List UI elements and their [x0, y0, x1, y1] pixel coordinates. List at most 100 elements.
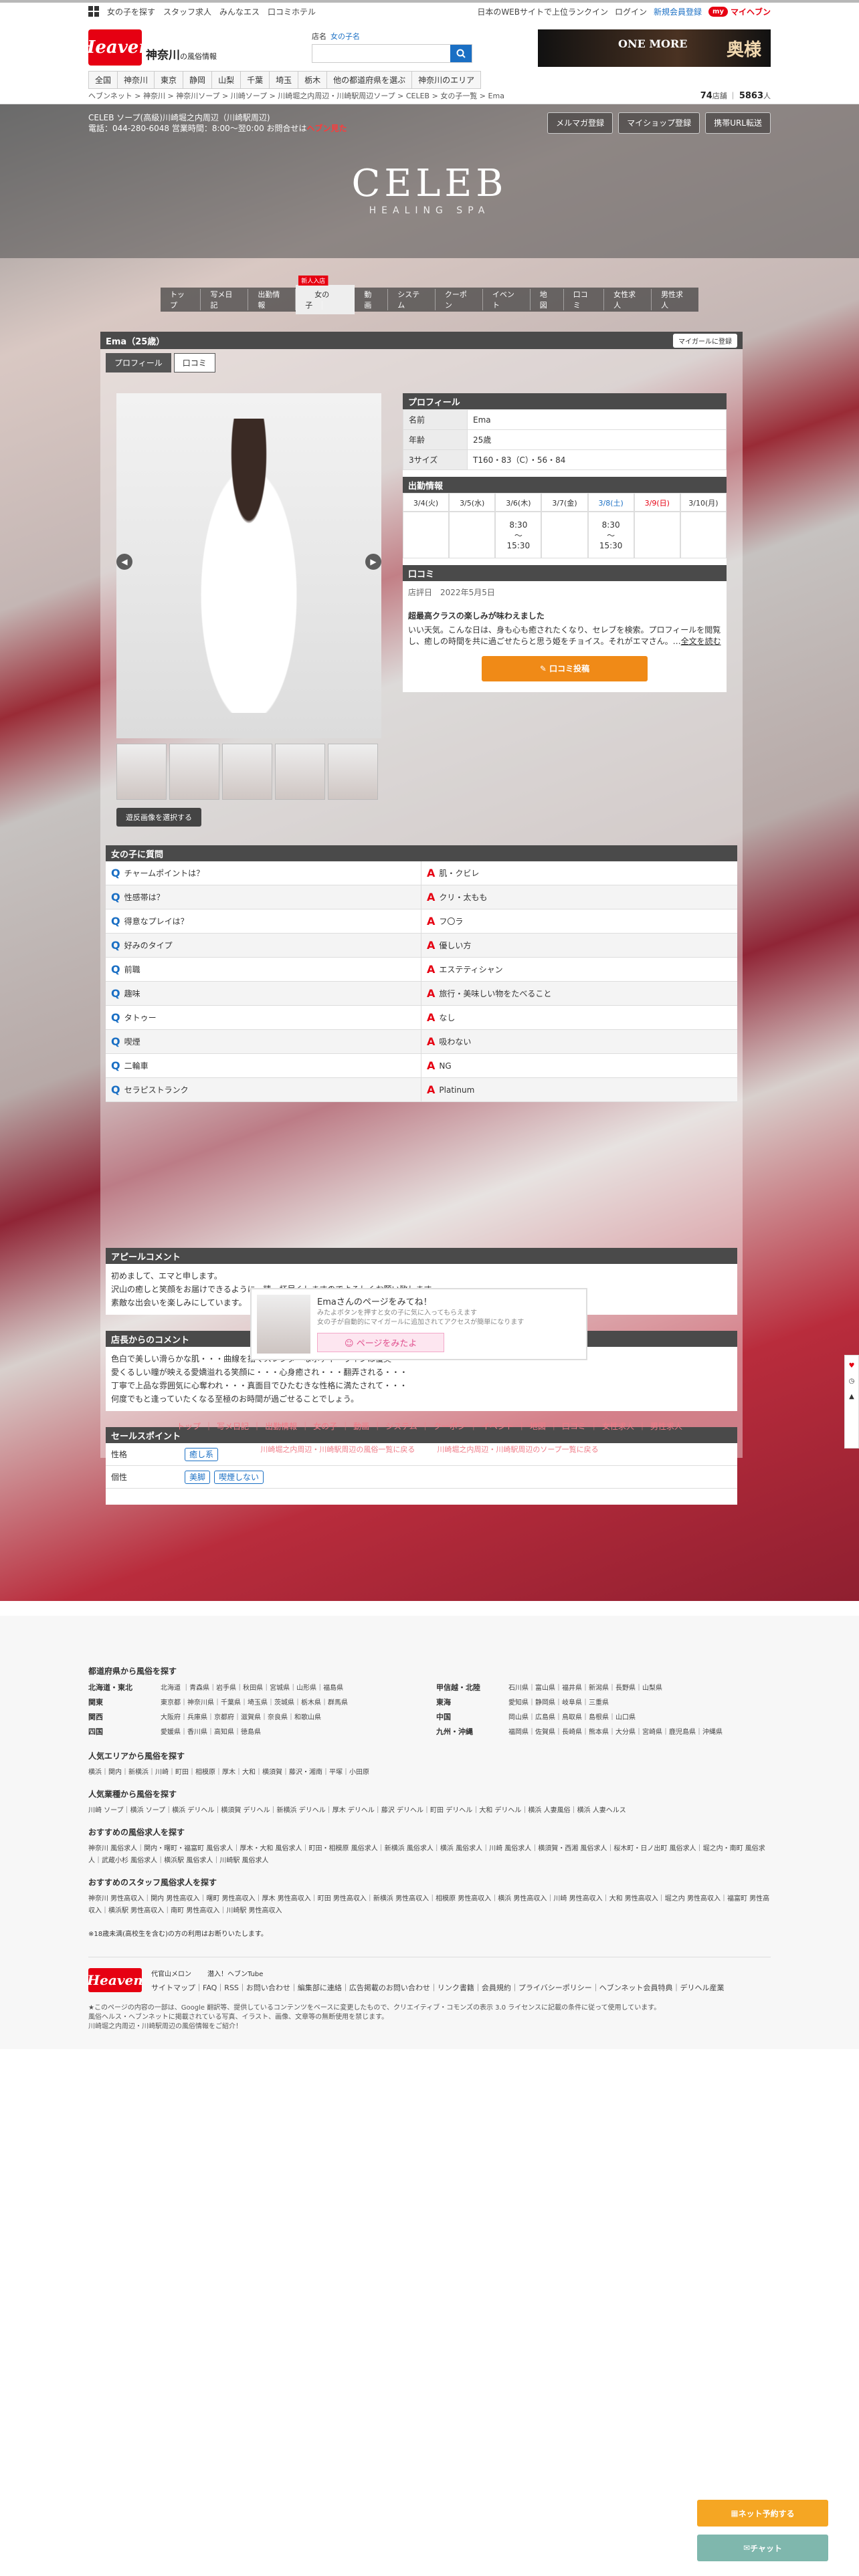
- schedule-cell: [449, 512, 496, 558]
- bottom-shop-link[interactable]: 写メ日記: [213, 1422, 253, 1431]
- my-heaven-button[interactable]: my マイヘブン: [708, 6, 771, 17]
- bottom-shop-link[interactable]: トップ: [173, 1422, 205, 1431]
- pref-links[interactable]: 愛媛県｜香川県｜高知県｜徳島県: [161, 1726, 261, 1737]
- bottom-shop-link[interactable]: 男性求人: [646, 1422, 686, 1431]
- smile-icon: ☺: [345, 1339, 357, 1349]
- pref-links[interactable]: 東京都｜神奈川県｜千葉県｜埼玉県｜茨城県｜栃木県｜群馬県: [161, 1697, 348, 1707]
- bottom-shop-link[interactable]: 地図: [526, 1422, 550, 1431]
- pref-links[interactable]: 石川県｜富山県｜福井県｜新潟県｜長野県｜山梨県: [508, 1682, 662, 1693]
- search-tab-girl[interactable]: 女の子名: [330, 31, 360, 41]
- net-reserve-button[interactable]: ▦ ネット予約する: [697, 2500, 828, 2527]
- myshop-button[interactable]: マイショップ登録: [618, 112, 700, 134]
- pref-links[interactable]: 大阪府｜兵庫県｜京都府｜滋賀県｜奈良県｜和歌山県: [161, 1711, 321, 1722]
- footer-logo[interactable]: Heaven: [87, 1968, 143, 1992]
- thumbnail[interactable]: [275, 744, 325, 800]
- add-my-girl-button[interactable]: マイガールに登録: [673, 333, 737, 348]
- mailmag-button[interactable]: メルマガ登録: [547, 112, 613, 134]
- pref-tab-shizuoka[interactable]: 静岡: [183, 71, 212, 89]
- shop-nav-coupon[interactable]: クーポン: [436, 289, 483, 310]
- shop-nav-reviews[interactable]: 口コミ: [564, 289, 605, 310]
- sns-link-melon[interactable]: 代官山メロン: [151, 1968, 191, 1978]
- thumbnail[interactable]: [116, 744, 167, 800]
- pref-tab-area[interactable]: 神奈川のエリア: [411, 71, 482, 89]
- pref-tab-yamanashi[interactable]: 山梨: [211, 71, 241, 89]
- prev-arrow-icon[interactable]: ◀: [116, 554, 132, 570]
- heaven-logo[interactable]: Heaven: [79, 29, 151, 66]
- pref-tab-chiba[interactable]: 千葉: [240, 71, 270, 89]
- bottom-shop-link[interactable]: 女性求人: [598, 1422, 638, 1431]
- select-images-button[interactable]: 遊反画像を選択する: [116, 808, 201, 827]
- pref-links[interactable]: 北海道 ｜青森県｜岩手県｜秋田県｜宮城県｜山形県｜福島県: [161, 1682, 343, 1693]
- bottom-shop-link[interactable]: 口コミ: [558, 1422, 590, 1431]
- bottom-shop-link[interactable]: システム: [381, 1422, 421, 1431]
- back-to-soap-list[interactable]: 川崎堀之内周辺・川崎駅周辺のソープ一覧に戻る: [437, 1445, 598, 1454]
- footer-area-links[interactable]: 横浜｜関内｜新横浜｜川崎｜町田｜相模原｜厚木｜大和｜横須賀｜藤沢・湘南｜平塚｜小…: [88, 1767, 771, 1779]
- search-button[interactable]: [450, 45, 472, 62]
- thumbnail[interactable]: [169, 744, 219, 800]
- top-link-girls[interactable]: 女の子を探す: [107, 6, 155, 17]
- pref-tab-tokyo[interactable]: 東京: [154, 71, 183, 89]
- top-link-hotel-reviews[interactable]: 口コミホテル: [268, 6, 316, 17]
- login-link[interactable]: ログイン: [615, 6, 647, 17]
- register-link[interactable]: 新規会員登録: [654, 6, 702, 17]
- chat-button[interactable]: ✉ チャット: [697, 2535, 828, 2561]
- shop-nav-schedule[interactable]: 出勤情報: [248, 289, 296, 310]
- search-tab-shop[interactable]: 店名: [312, 31, 326, 41]
- page-top-icon[interactable]: ▲: [849, 1393, 854, 1400]
- footer-links[interactable]: サイトマップ｜FAQ｜RSS｜お問い合わせ｜編集部に連絡｜広告掲載のお問い合わせ…: [151, 1982, 724, 1994]
- thumbnail[interactable]: [328, 744, 378, 800]
- bottom-shop-link[interactable]: 女の子: [309, 1422, 341, 1431]
- grid-menu-icon[interactable]: [88, 6, 99, 17]
- profile-value: T160・83（C）・56・84: [467, 449, 727, 470]
- bottom-shop-link[interactable]: クーポン: [430, 1422, 470, 1431]
- shop-nav-map[interactable]: 地図: [531, 289, 564, 310]
- main-photo[interactable]: ◀ ▶: [116, 393, 381, 738]
- footer-job-heading: おすすめの風俗求人を探す: [88, 1828, 185, 1837]
- tab-profile[interactable]: プロフィール: [106, 353, 171, 372]
- top-link-minna-s[interactable]: みんなエス: [219, 6, 260, 17]
- search-input[interactable]: [312, 45, 450, 62]
- pref-links[interactable]: 岡山県｜広島県｜鳥取県｜島根県｜山口県: [508, 1711, 636, 1722]
- pref-tab-tochigi[interactable]: 栃木: [298, 71, 327, 89]
- sns-link-tube[interactable]: 潜入！ヘブンTube: [207, 1968, 263, 1978]
- pref-tab-saitama[interactable]: 埼玉: [269, 71, 298, 89]
- post-review-label: 口コミ投稿: [549, 664, 590, 673]
- shop-nav-female-jobs[interactable]: 女性求人: [604, 289, 652, 310]
- bottom-shop-link[interactable]: 出勤情報: [261, 1422, 301, 1431]
- tab-reviews[interactable]: 口コミ: [173, 353, 215, 372]
- qa-row: Q 二輪車 A NG: [106, 1054, 737, 1078]
- shop-nav-top[interactable]: トップ: [161, 289, 201, 310]
- shop-nav-male-jobs[interactable]: 男性求人: [652, 289, 698, 310]
- heart-icon[interactable]: ♥: [849, 1362, 855, 1370]
- pref-tab-all[interactable]: 全国: [88, 71, 118, 89]
- footer-job-links[interactable]: 神奈川 風俗求人｜関内・曙町・福富町 風俗求人｜厚木・大和 風俗求人｜町田・相模…: [88, 1843, 771, 1867]
- bottom-shop-link[interactable]: イベント: [478, 1422, 518, 1431]
- review-read-more[interactable]: 全文を読む: [681, 637, 721, 646]
- top-link-staff-jobs[interactable]: スタッフ求人: [163, 6, 211, 17]
- footer-staff-heading: おすすめのスタッフ風俗求人を探す: [88, 1878, 217, 1887]
- qa-answer: クリ・太もも: [439, 893, 488, 902]
- breadcrumb[interactable]: ヘブンネット > 神奈川 > 神奈川ソープ > 川崎ソープ > 川崎堀之内周辺・…: [88, 90, 504, 101]
- mobile-url-button[interactable]: 携帯URL転送: [705, 112, 771, 134]
- footer-genre-links[interactable]: 川崎 ソープ｜横浜 ソープ｜横浜 デリヘル｜横須賀 デリヘル｜新横浜 デリヘル｜…: [88, 1805, 771, 1817]
- shop-nav-event[interactable]: イベント: [483, 289, 531, 310]
- post-review-button[interactable]: ✎ 口コミ投稿: [482, 656, 648, 681]
- shop-nav-diary[interactable]: 写メ日記: [201, 289, 249, 310]
- girl-photo-figure: [182, 419, 316, 713]
- back-to-area-list[interactable]: 川崎堀之内周辺・川崎駅周辺の風俗一覧に戻る: [260, 1445, 415, 1454]
- shop-nav-girls[interactable]: 新人入店 女の子: [296, 276, 355, 314]
- shop-nav-video[interactable]: 動画: [355, 289, 389, 310]
- mitene-button[interactable]: ☺ ページをみたよ: [317, 1333, 445, 1352]
- pref-links[interactable]: 福岡県｜佐賀県｜長崎県｜熊本県｜大分県｜宮崎県｜鹿児島県｜沖縄県: [508, 1726, 723, 1737]
- history-icon[interactable]: ◷: [849, 1378, 855, 1385]
- pref-links[interactable]: 愛知県｜静岡県｜岐阜県｜三重県: [508, 1697, 609, 1707]
- footer-staff-links[interactable]: 神奈川 男性高収入｜関内 男性高収入｜曙町 男性高収入｜厚木 男性高収入｜町田 …: [88, 1893, 771, 1917]
- a-icon: A: [427, 1059, 436, 1072]
- thumbnail[interactable]: [222, 744, 272, 800]
- pref-tab-other[interactable]: 他の都道府県を選ぶ: [326, 71, 412, 89]
- next-arrow-icon[interactable]: ▶: [365, 554, 381, 570]
- shop-nav-system[interactable]: システム: [388, 289, 436, 310]
- pref-tab-kanagawa[interactable]: 神奈川: [117, 71, 155, 89]
- bottom-shop-link[interactable]: 動画: [349, 1422, 373, 1431]
- ad-banner[interactable]: ONE MORE 奥様: [538, 29, 771, 67]
